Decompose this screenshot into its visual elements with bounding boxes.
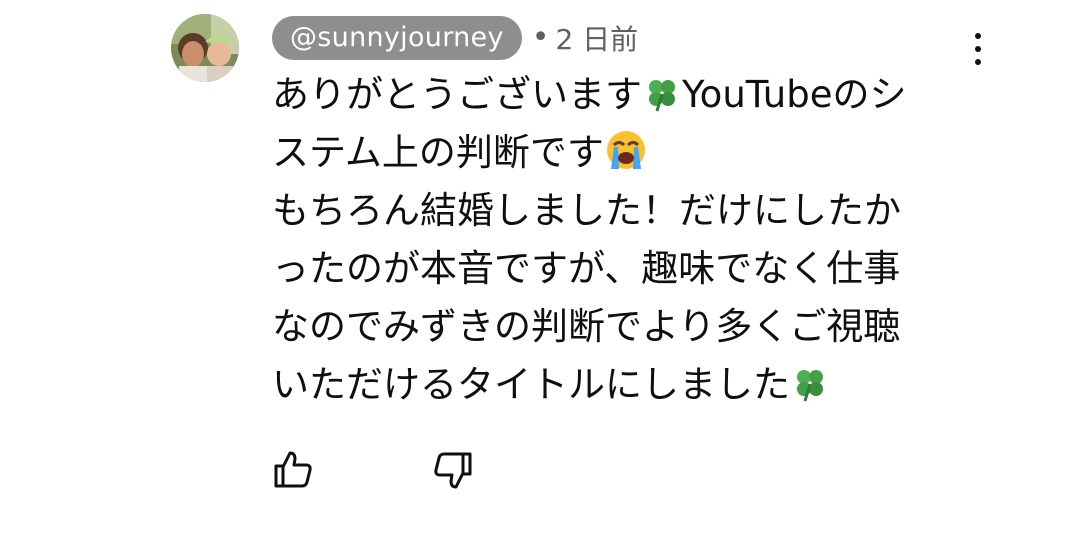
comment-text-segment: ありがとうございます: [272, 73, 642, 116]
comment-header: @sunnyjourney • 2 日前: [272, 15, 638, 60]
dislike-button[interactable]: [430, 448, 474, 492]
comment-line: なのでみずきの判断でより多くご視聴: [272, 298, 962, 356]
avatar[interactable]: [171, 14, 239, 82]
thumbs-down-icon: [434, 452, 472, 489]
comment-text-segment: いただけるタイトルにしました: [272, 363, 790, 406]
avatar-image: [171, 14, 239, 82]
comment-line: もちろん結婚しました！だけにしたか: [272, 182, 962, 240]
comment-text-segment: ステム上の判断です: [272, 131, 604, 174]
comment-meta: • 2 日前: [532, 18, 638, 58]
more-vertical-icon[interactable]: [960, 25, 996, 73]
comment-thread: @sunnyjourney • 2 日前 ありがとうございます YouTubeの…: [0, 0, 1080, 541]
loudly-crying-face-icon: [606, 131, 645, 169]
comment-text-segment: なのでみずきの判断でより多くご視聴: [272, 305, 901, 348]
comment-text-segment: もちろん結婚しました！だけにしたか: [272, 189, 901, 232]
like-button[interactable]: [272, 448, 316, 492]
author-handle[interactable]: @sunnyjourney: [272, 15, 522, 60]
comment-text-segment: ったのが本音ですが、趣味でなく仕事: [272, 247, 901, 290]
comment-text-segment: YouTubeのシ: [682, 73, 907, 116]
comment-line: ステム上の判断です: [272, 124, 962, 182]
author-handle-text: @sunnyjourney: [290, 22, 504, 53]
four-leaf-clover-icon: [797, 370, 823, 402]
four-leaf-clover-icon: [649, 80, 675, 112]
comment-line: いただけるタイトルにしました: [272, 356, 962, 414]
meta-separator: •: [531, 20, 550, 55]
comment-line: ありがとうございます YouTubeのシ: [272, 66, 962, 124]
thumbs-up-icon: [274, 451, 312, 488]
comment-body: ありがとうございます YouTubeのシ ステム上の判断です もちろん結婚しまし…: [272, 66, 962, 414]
comment-timestamp[interactable]: 2 日前: [555, 18, 638, 58]
comment-line: ったのが本音ですが、趣味でなく仕事: [272, 240, 962, 298]
